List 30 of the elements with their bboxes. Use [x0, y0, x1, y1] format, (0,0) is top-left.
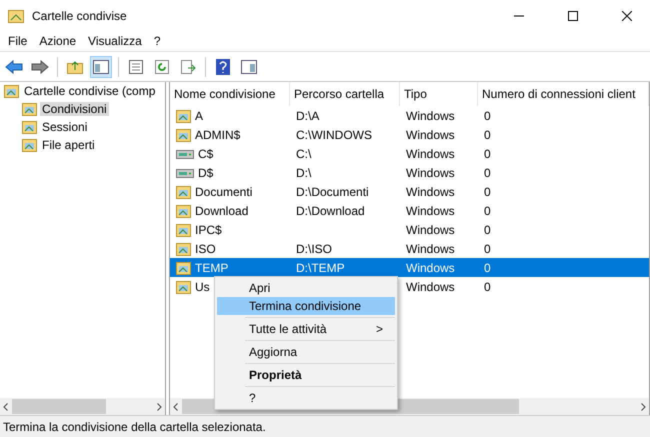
table-cell: Windows [400, 258, 478, 277]
table-cell-text: Windows [405, 240, 456, 258]
table-cell-text: 0 [483, 202, 492, 220]
table-cell-text: C:\ [295, 146, 312, 162]
table-cell-text: D:\ [295, 164, 312, 182]
table-cell-text: Windows [405, 108, 456, 124]
table-cell-text: 0 [483, 240, 492, 258]
status-text: Termina la condivisione della cartella selezionata. [3, 420, 266, 434]
table-cell-text: 0 [483, 108, 492, 124]
table-cell-text: D:\Documenti [295, 184, 370, 200]
table-cell-text: 0 [483, 126, 492, 144]
table-cell-text: 0 [483, 164, 492, 182]
table-cell-text: C:\WINDOWS [295, 126, 373, 144]
table-cell-text: Windows [405, 184, 456, 200]
table-cell-text: Windows [405, 126, 456, 144]
table-cell-text: D:\Download [295, 202, 366, 220]
table-cell-text: 0 [483, 278, 492, 296]
table-cell-text: Windows [405, 202, 456, 220]
table-cell-text: Windows [405, 278, 456, 296]
table-cell: 0 [478, 258, 649, 277]
table-cell-text: D:\A [295, 108, 320, 124]
table-cell-text: 0 [483, 222, 492, 238]
table-cell-text: Windows [405, 164, 456, 182]
table-cell-text: 0 [483, 146, 492, 162]
window-title: Cartelle condivise [32, 9, 128, 23]
table-cell-text: D:\ISO [295, 240, 334, 258]
table-cell-text: 0 [483, 184, 492, 200]
table-cell: D:\TEMP [290, 258, 400, 277]
table-cell-text: Windows [405, 146, 456, 162]
table-cell-text: Windows [405, 222, 456, 238]
